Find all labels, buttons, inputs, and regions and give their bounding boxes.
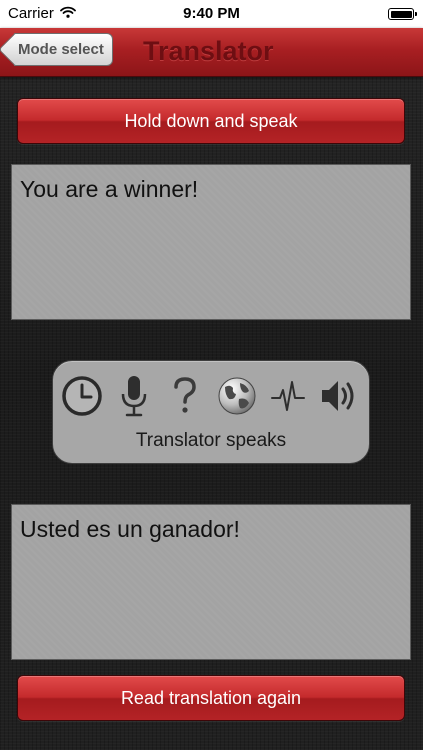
status-time: 9:40 PM [183,5,240,22]
status-bar: Carrier 9:40 PM [0,0,423,28]
clock-icon[interactable] [59,373,105,419]
source-text-panel[interactable]: You are a winner! [11,164,411,320]
mode-label: Translator speaks [135,430,287,451]
globe-icon[interactable] [214,373,260,419]
read-translation-again-button[interactable]: Read translation again [17,675,405,721]
mode-icon-row [59,373,363,419]
nav-bar: Mode select Translator [0,28,423,77]
battery-fill [390,10,412,18]
back-button-label: Mode select [18,41,104,58]
waveform-icon[interactable] [265,373,311,419]
battery-icon [388,8,417,20]
hold-to-speak-button[interactable]: Hold down and speak [17,98,405,144]
speaker-icon[interactable] [317,373,363,419]
question-icon[interactable] [162,373,208,419]
mode-select-back-button[interactable]: Mode select [14,33,113,66]
translated-text-panel[interactable]: Usted es un ganador! [11,504,411,660]
microphone-icon[interactable] [111,373,157,419]
page-title: Translator [143,36,274,66]
mode-panel: Translator speaks [52,360,370,464]
